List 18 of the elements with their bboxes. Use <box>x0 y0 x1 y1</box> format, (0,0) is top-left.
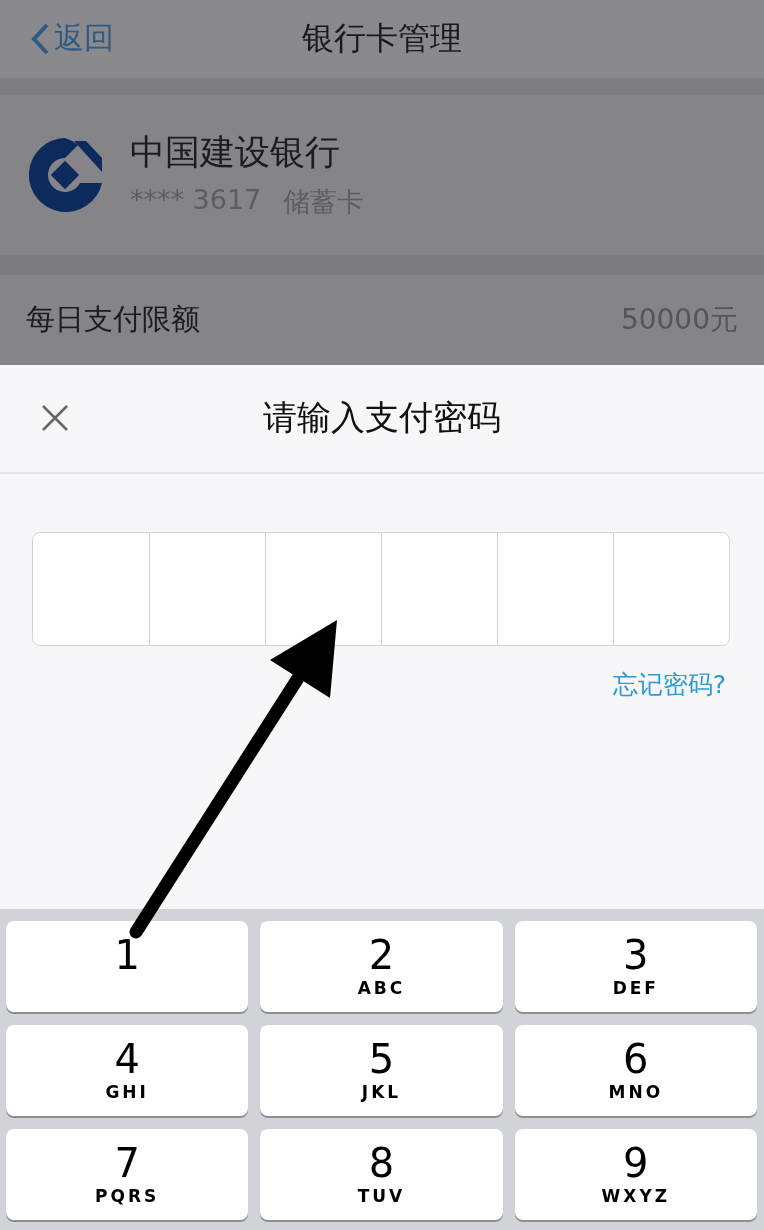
number-key[interactable]: 3 DEF <box>514 921 757 1012</box>
back-chevron-icon <box>30 22 50 55</box>
number-key[interactable]: 7 PQRS <box>6 1129 249 1220</box>
password-field[interactable] <box>32 531 730 646</box>
close-icon <box>40 402 70 433</box>
close-button[interactable] <box>40 402 70 433</box>
sheet-title: 请输入支付密码 <box>263 396 501 440</box>
number-key[interactable]: 5 JKL <box>260 1025 503 1116</box>
number-key[interactable]: 2 ABC <box>260 921 503 1012</box>
limit-label: 每日支付限额 <box>26 300 200 338</box>
number-key[interactable]: 1 <box>6 921 249 1012</box>
page-title: 银行卡管理 <box>302 17 462 59</box>
number-key[interactable]: 4 GHI <box>6 1025 249 1116</box>
bank-logo-icon <box>28 137 102 212</box>
number-key[interactable]: 8 TUV <box>260 1129 503 1220</box>
bank-name: 中国建设银行 <box>130 131 341 175</box>
number-key[interactable]: 9 WXYZ <box>514 1129 757 1220</box>
number-key[interactable]: 6 MNO <box>514 1025 757 1116</box>
